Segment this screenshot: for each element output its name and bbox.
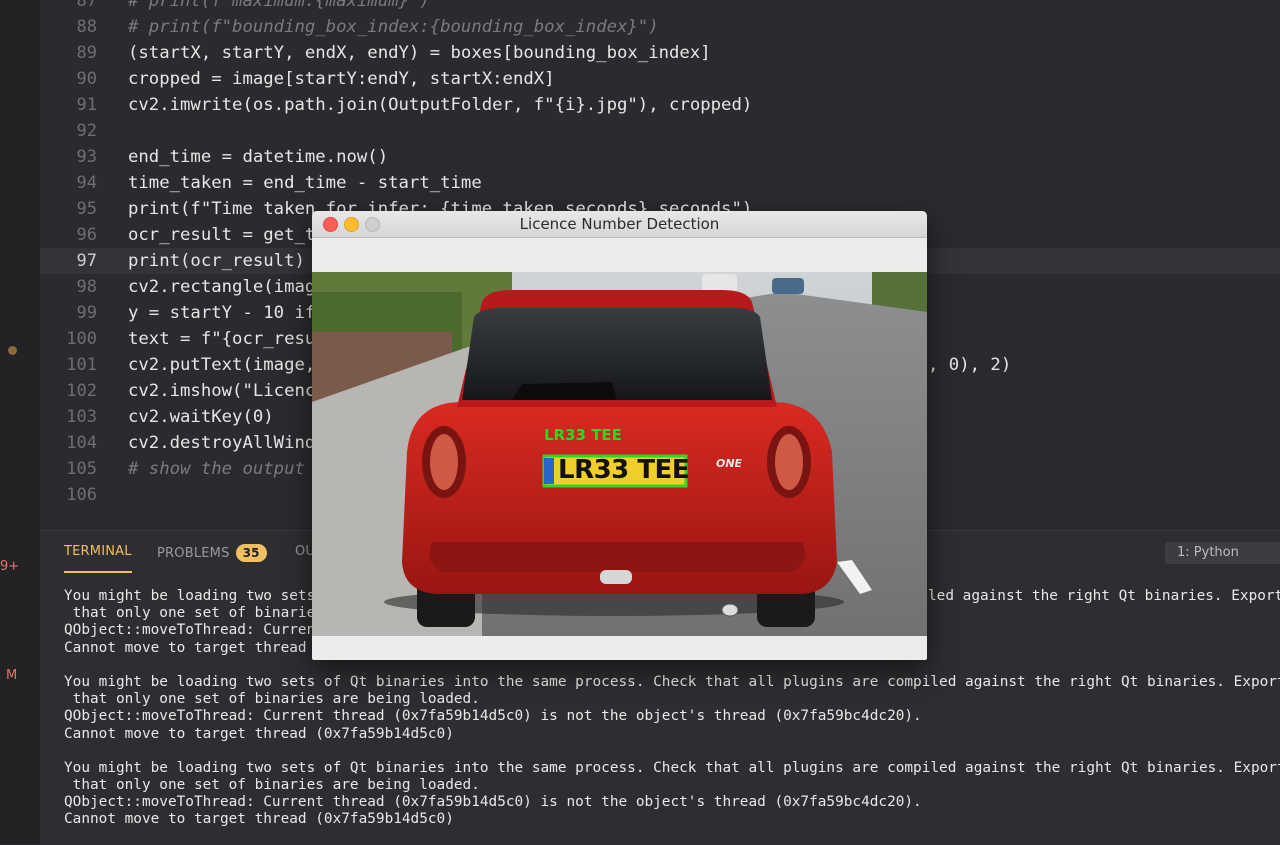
line-number: 99 bbox=[76, 303, 97, 323]
code-text: ocr_result = get_t bbox=[128, 225, 316, 245]
line-number: 91 bbox=[76, 95, 97, 115]
code-text: cv2.waitKey(0) bbox=[128, 407, 274, 427]
code-text: (startX, startY, endX, endY) = boxes[bou… bbox=[128, 43, 711, 63]
terminal-line: You might be loading two sets of Qt bina… bbox=[64, 673, 1280, 690]
code-text: y = startY - 10 if bbox=[128, 303, 316, 323]
line-number: 103 bbox=[66, 407, 97, 427]
car-model-badge: ONE bbox=[716, 457, 743, 470]
problems-count-badge: 35 bbox=[235, 544, 267, 562]
detection-image bbox=[312, 272, 927, 636]
detected-plate-label: LR33 TEE bbox=[544, 426, 622, 444]
code-line: 91 cv2.imwrite(os.path.join(OutputFolder… bbox=[40, 92, 1280, 118]
code-text: # show the output bbox=[128, 459, 305, 479]
tab-problems-label: PROBLEMS bbox=[157, 546, 230, 561]
line-number: 89 bbox=[76, 43, 97, 63]
plate-euro-band bbox=[544, 458, 554, 484]
code-text: time_taken = end_time - start_time bbox=[128, 173, 482, 193]
terminal-line: that only one set of binaries are being … bbox=[64, 777, 480, 794]
line-number: 94 bbox=[76, 173, 97, 193]
car-taillight-right-lens bbox=[775, 434, 803, 490]
line-number: 95 bbox=[76, 199, 97, 219]
code-line: 89 (startX, startY, endX, endY) = boxes[… bbox=[40, 40, 1280, 66]
modified-dot-icon bbox=[8, 346, 17, 355]
code-text: cv2.imshow("Licenc bbox=[128, 381, 316, 401]
line-number: 90 bbox=[76, 69, 97, 89]
code-text: # print(f"maximum:{maximum}") bbox=[128, 0, 430, 11]
line-number: 104 bbox=[66, 433, 97, 453]
code-text: cv2.imwrite(os.path.join(OutputFolder, f… bbox=[128, 95, 753, 115]
activity-bar: 9+ M bbox=[0, 0, 40, 844]
line-number: 97 bbox=[76, 251, 97, 271]
terminal-line: You might be loading two sets of Qt bina… bbox=[64, 759, 1280, 776]
code-text: cv2.rectangle(imag bbox=[128, 277, 316, 297]
terminal-line: that only one set of binaries are being … bbox=[64, 691, 480, 708]
line-number: 96 bbox=[76, 225, 97, 245]
code-line: 92 bbox=[40, 118, 1280, 144]
code-text: end_time = datetime.now() bbox=[128, 147, 389, 167]
terminal-line: Cannot move to target thread (0x7fa59b14… bbox=[64, 811, 454, 828]
code-text-tail: , 0), 2) bbox=[928, 355, 1012, 375]
line-number: 87 bbox=[76, 0, 97, 11]
active-tab-indicator bbox=[64, 571, 132, 573]
terminal-line: QObject::moveToThread: Current thread (0… bbox=[64, 794, 922, 811]
code-text: cv2.destroyAllWind bbox=[128, 433, 316, 453]
line-number: 92 bbox=[76, 121, 97, 141]
terminal-line: Cannot move to target thread (0x7fa59b14… bbox=[64, 725, 454, 742]
car-exhaust bbox=[721, 603, 739, 617]
licence-detection-window[interactable]: Licence Number Detection LR33 TEE LR33 T… bbox=[312, 211, 927, 660]
terminal-select[interactable]: 1: Python bbox=[1165, 542, 1280, 564]
line-number: 93 bbox=[76, 147, 97, 167]
car-wiper bbox=[512, 382, 617, 400]
distant-car bbox=[772, 278, 804, 294]
car-taillight-left-lens bbox=[430, 434, 458, 490]
code-line: 94 time_taken = end_time - start_time bbox=[40, 170, 1280, 196]
code-text: text = f"{ocr_resu bbox=[128, 329, 316, 349]
window-title: Licence Number Detection bbox=[519, 215, 720, 233]
sidebar-badge-modified: M bbox=[6, 668, 18, 683]
line-number: 106 bbox=[66, 485, 97, 505]
plate-text: LR33 TEE bbox=[558, 455, 690, 485]
tab-problems[interactable]: PROBLEMS 35 bbox=[157, 544, 267, 562]
code-text: cv2.putText(image, bbox=[128, 355, 316, 375]
line-number: 98 bbox=[76, 277, 97, 297]
terminal-line: QObject::moveToThread: Current thread (0… bbox=[64, 708, 922, 725]
terminal-line-tail: led against the right Qt binaries. Expor… bbox=[928, 588, 1280, 604]
code-text: # print(f"bounding_box_index:{bounding_b… bbox=[128, 17, 659, 37]
code-text: cropped = image[startY:endY, startX:endX… bbox=[128, 69, 555, 89]
distant-van bbox=[702, 274, 737, 292]
code-line: 88 # print(f"bounding_box_index:{boundin… bbox=[40, 14, 1280, 40]
code-line: 87 # print(f"maximum:{maximum}") bbox=[40, 0, 1280, 14]
line-number: 100 bbox=[66, 329, 97, 349]
code-line: 90 cropped = image[startY:endY, startX:e… bbox=[40, 66, 1280, 92]
line-number: 102 bbox=[66, 381, 97, 401]
tab-terminal[interactable]: TERMINAL bbox=[64, 544, 132, 559]
window-titlebar[interactable]: Licence Number Detection bbox=[312, 211, 927, 238]
line-number: 101 bbox=[66, 355, 97, 375]
car-fog-light bbox=[600, 570, 632, 584]
car-bumper bbox=[429, 542, 806, 572]
line-number: 105 bbox=[66, 459, 97, 479]
code-text: print(ocr_result) bbox=[128, 251, 305, 271]
line-number: 88 bbox=[76, 17, 97, 37]
car-rear-window bbox=[462, 308, 772, 400]
code-line: 93 end_time = datetime.now() bbox=[40, 144, 1280, 170]
sidebar-badge-count: 9+ bbox=[0, 559, 20, 574]
